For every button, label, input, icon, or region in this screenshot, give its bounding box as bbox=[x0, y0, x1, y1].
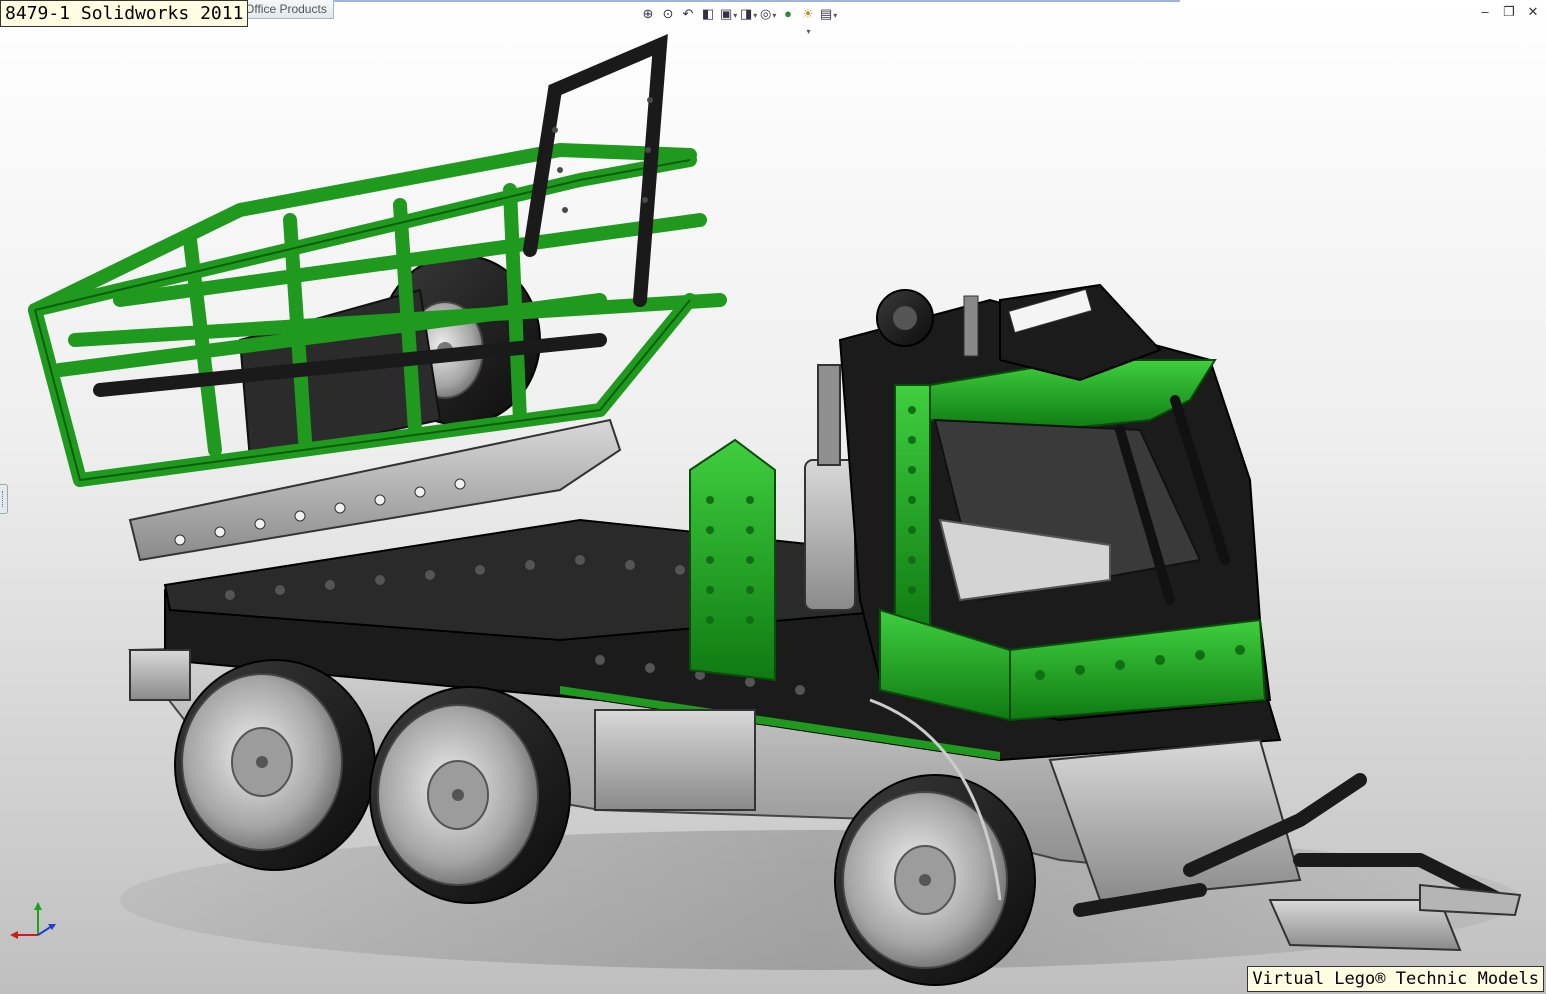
zoom-to-fit-icon[interactable]: ⊕ bbox=[640, 6, 656, 22]
view-settings-icon[interactable]: ▤ bbox=[820, 6, 836, 22]
title-overlay: 8479-1 Solidworks 2011 bbox=[0, 0, 249, 27]
display-style-icon[interactable]: ◨ bbox=[740, 6, 756, 22]
lego-truck-model[interactable] bbox=[0, 0, 1546, 994]
feature-manager-collapse-handle[interactable] bbox=[0, 484, 8, 514]
watermark-label: Virtual Lego® Technic Models bbox=[1247, 966, 1544, 992]
hide-show-items-icon[interactable]: ◎ bbox=[760, 6, 776, 22]
rear-wheel-1 bbox=[174, 659, 376, 871]
view-orientation-icon[interactable]: ▣ bbox=[720, 6, 736, 22]
reference-triad-icon bbox=[10, 902, 56, 939]
restore-icon[interactable]: ❐ bbox=[1502, 4, 1516, 20]
window-controls: – ❐ ✕ bbox=[1478, 4, 1540, 20]
close-icon[interactable]: ✕ bbox=[1526, 4, 1540, 20]
heads-up-view-toolbar: ⊕ ⊙ ↶ ◧ ▣ ◨ ◎ ● ☀ ▤ bbox=[640, 6, 836, 22]
edit-appearance-icon[interactable]: ● bbox=[780, 6, 796, 22]
minimize-icon[interactable]: – bbox=[1478, 4, 1492, 20]
apply-scene-icon[interactable]: ☀ bbox=[800, 6, 816, 22]
tab-office-products[interactable]: Office Products bbox=[238, 0, 334, 19]
previous-view-icon[interactable]: ↶ bbox=[680, 6, 696, 22]
zoom-area-icon[interactable]: ⊙ bbox=[660, 6, 676, 22]
rear-wheel-2 bbox=[369, 686, 571, 904]
front-wheel bbox=[834, 774, 1036, 986]
section-view-icon[interactable]: ◧ bbox=[700, 6, 716, 22]
